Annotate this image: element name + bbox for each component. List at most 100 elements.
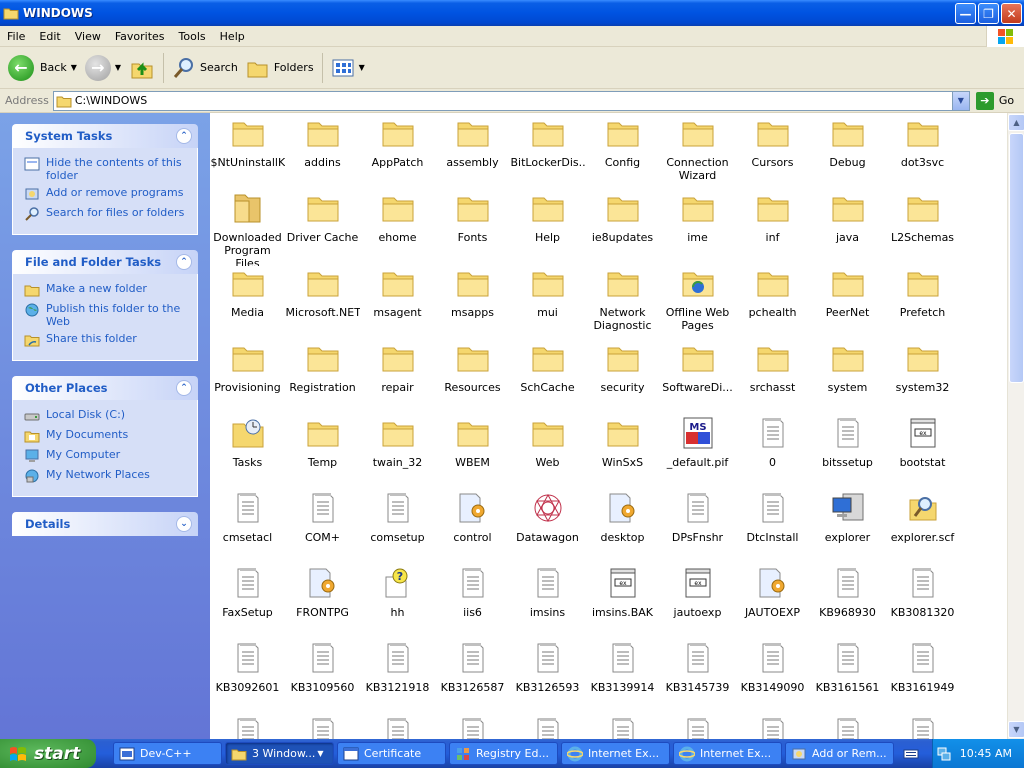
folders-button[interactable]: Folders <box>242 50 318 86</box>
file-item[interactable]: Media <box>210 266 285 341</box>
file-item[interactable]: iis6 <box>435 566 510 641</box>
address-field[interactable]: C:\WINDOWS ▼ <box>52 90 970 111</box>
file-item[interactable]: desktop <box>585 491 660 566</box>
file-item[interactable] <box>435 716 510 739</box>
file-item[interactable] <box>285 716 360 739</box>
details-header[interactable]: Details ⌄ <box>12 512 198 536</box>
hide-contents-link[interactable]: Hide the contents of this folder <box>24 156 191 182</box>
file-item[interactable]: twain_32 <box>360 416 435 491</box>
taskbar-registry-editor[interactable]: Registry Ed... <box>449 742 558 765</box>
back-button[interactable]: ← Back ▼ <box>0 50 81 86</box>
my-documents-link[interactable]: My Documents <box>24 428 191 444</box>
file-item[interactable] <box>585 716 660 739</box>
keyboard-icon[interactable] <box>900 747 922 761</box>
file-item[interactable]: mui <box>510 266 585 341</box>
file-item[interactable]: ehome <box>360 191 435 266</box>
file-item[interactable]: control <box>435 491 510 566</box>
file-item[interactable]: bitssetup <box>810 416 885 491</box>
file-item[interactable]: L2Schemas <box>885 191 960 266</box>
file-item[interactable]: security <box>585 341 660 416</box>
file-item[interactable]: ex imsins.BAK <box>585 566 660 641</box>
file-item[interactable]: SoftwareDi... <box>660 341 735 416</box>
other-places-header[interactable]: Other Places ⌃ <box>12 376 198 400</box>
file-item[interactable]: Resources <box>435 341 510 416</box>
file-item[interactable]: Config <box>585 116 660 191</box>
file-item[interactable]: KB3149090 <box>735 641 810 716</box>
file-item[interactable]: KB3161561 <box>810 641 885 716</box>
vertical-scrollbar[interactable]: ▲ ▼ <box>1007 113 1024 739</box>
taskbar-add-remove-programs[interactable]: Add or Rem... <box>785 742 894 765</box>
up-folder-button[interactable] <box>125 50 159 86</box>
file-item[interactable]: Debug <box>810 116 885 191</box>
file-item[interactable]: DPsFnshr <box>660 491 735 566</box>
file-item[interactable]: KB968930 <box>810 566 885 641</box>
file-item[interactable]: KB3139914 <box>585 641 660 716</box>
file-item[interactable]: MS _default.pif <box>660 416 735 491</box>
chevron-down-icon[interactable]: ▼ <box>359 63 365 72</box>
file-item[interactable]: imsins <box>510 566 585 641</box>
file-item[interactable]: Prefetch <box>885 266 960 341</box>
file-item[interactable]: KB3109560 <box>285 641 360 716</box>
publish-folder-link[interactable]: Publish this folder to the Web <box>24 302 191 328</box>
collapse-icon[interactable]: ⌃ <box>176 254 192 270</box>
file-item[interactable]: Fonts <box>435 191 510 266</box>
taskbar-internet-explorer-1[interactable]: Internet Ex... <box>561 742 670 765</box>
file-item[interactable]: COM+ <box>285 491 360 566</box>
file-item[interactable]: AppPatch <box>360 116 435 191</box>
file-item[interactable]: PeerNet <box>810 266 885 341</box>
file-item[interactable]: pchealth <box>735 266 810 341</box>
search-files-link[interactable]: Search for files or folders <box>24 206 191 222</box>
file-item[interactable]: inf <box>735 191 810 266</box>
taskbar-devcpp[interactable]: Dev-C++ <box>113 742 222 765</box>
collapse-icon[interactable]: ⌃ <box>176 380 192 396</box>
file-item[interactable]: Help <box>510 191 585 266</box>
file-item[interactable]: $NtUninstallKB968930$ <box>210 116 285 191</box>
file-item[interactable]: Registration <box>285 341 360 416</box>
file-item[interactable]: dot3svc <box>885 116 960 191</box>
scroll-thumb[interactable] <box>1009 133 1024 383</box>
file-item[interactable]: ex jautoexp <box>660 566 735 641</box>
file-item[interactable]: Datawagon <box>510 491 585 566</box>
file-item[interactable]: addins <box>285 116 360 191</box>
my-computer-link[interactable]: My Computer <box>24 448 191 464</box>
my-network-places-link[interactable]: My Network Places <box>24 468 191 484</box>
file-item[interactable]: Microsoft.NET <box>285 266 360 341</box>
file-item[interactable]: Driver Cache <box>285 191 360 266</box>
menu-tools[interactable]: Tools <box>172 30 213 43</box>
file-item[interactable]: DtcInstall <box>735 491 810 566</box>
file-item[interactable]: system <box>810 341 885 416</box>
file-item[interactable]: Tasks <box>210 416 285 491</box>
file-item[interactable] <box>210 716 285 739</box>
file-item[interactable]: KB3092601 <box>210 641 285 716</box>
file-item[interactable]: BitLockerDis... <box>510 116 585 191</box>
file-item[interactable]: ime <box>660 191 735 266</box>
system-tasks-header[interactable]: System Tasks ⌃ <box>12 124 198 148</box>
expand-icon[interactable]: ⌄ <box>176 516 192 532</box>
file-item[interactable]: SchCache <box>510 341 585 416</box>
search-button[interactable]: Search <box>168 50 242 86</box>
restore-button[interactable]: ❐ <box>978 3 999 24</box>
file-item[interactable]: 0 <box>735 416 810 491</box>
file-item[interactable]: FaxSetup <box>210 566 285 641</box>
file-item[interactable] <box>810 716 885 739</box>
scroll-down-button[interactable]: ▼ <box>1008 721 1024 738</box>
make-new-folder-link[interactable]: Make a new folder <box>24 282 191 298</box>
file-item[interactable]: explorer <box>810 491 885 566</box>
file-item[interactable]: msapps <box>435 266 510 341</box>
file-item[interactable]: Offline Web Pages <box>660 266 735 341</box>
file-item[interactable]: KB3081320 <box>885 566 960 641</box>
start-button[interactable]: start <box>0 739 96 768</box>
file-item[interactable]: comsetup <box>360 491 435 566</box>
file-item[interactable]: WBEM <box>435 416 510 491</box>
file-item[interactable]: KB3126593 <box>510 641 585 716</box>
chevron-down-icon[interactable]: ▼ <box>951 91 969 110</box>
menu-help[interactable]: Help <box>213 30 252 43</box>
taskbar-internet-explorer-2[interactable]: Internet Ex... <box>673 742 782 765</box>
file-item[interactable]: FRONTPG <box>285 566 360 641</box>
file-item[interactable]: Network Diagnostic <box>585 266 660 341</box>
chevron-down-icon[interactable]: ▼ <box>115 63 121 72</box>
file-item[interactable]: KB3121918 <box>360 641 435 716</box>
minimize-button[interactable]: — <box>955 3 976 24</box>
file-item[interactable]: assembly <box>435 116 510 191</box>
file-item[interactable]: Temp <box>285 416 360 491</box>
